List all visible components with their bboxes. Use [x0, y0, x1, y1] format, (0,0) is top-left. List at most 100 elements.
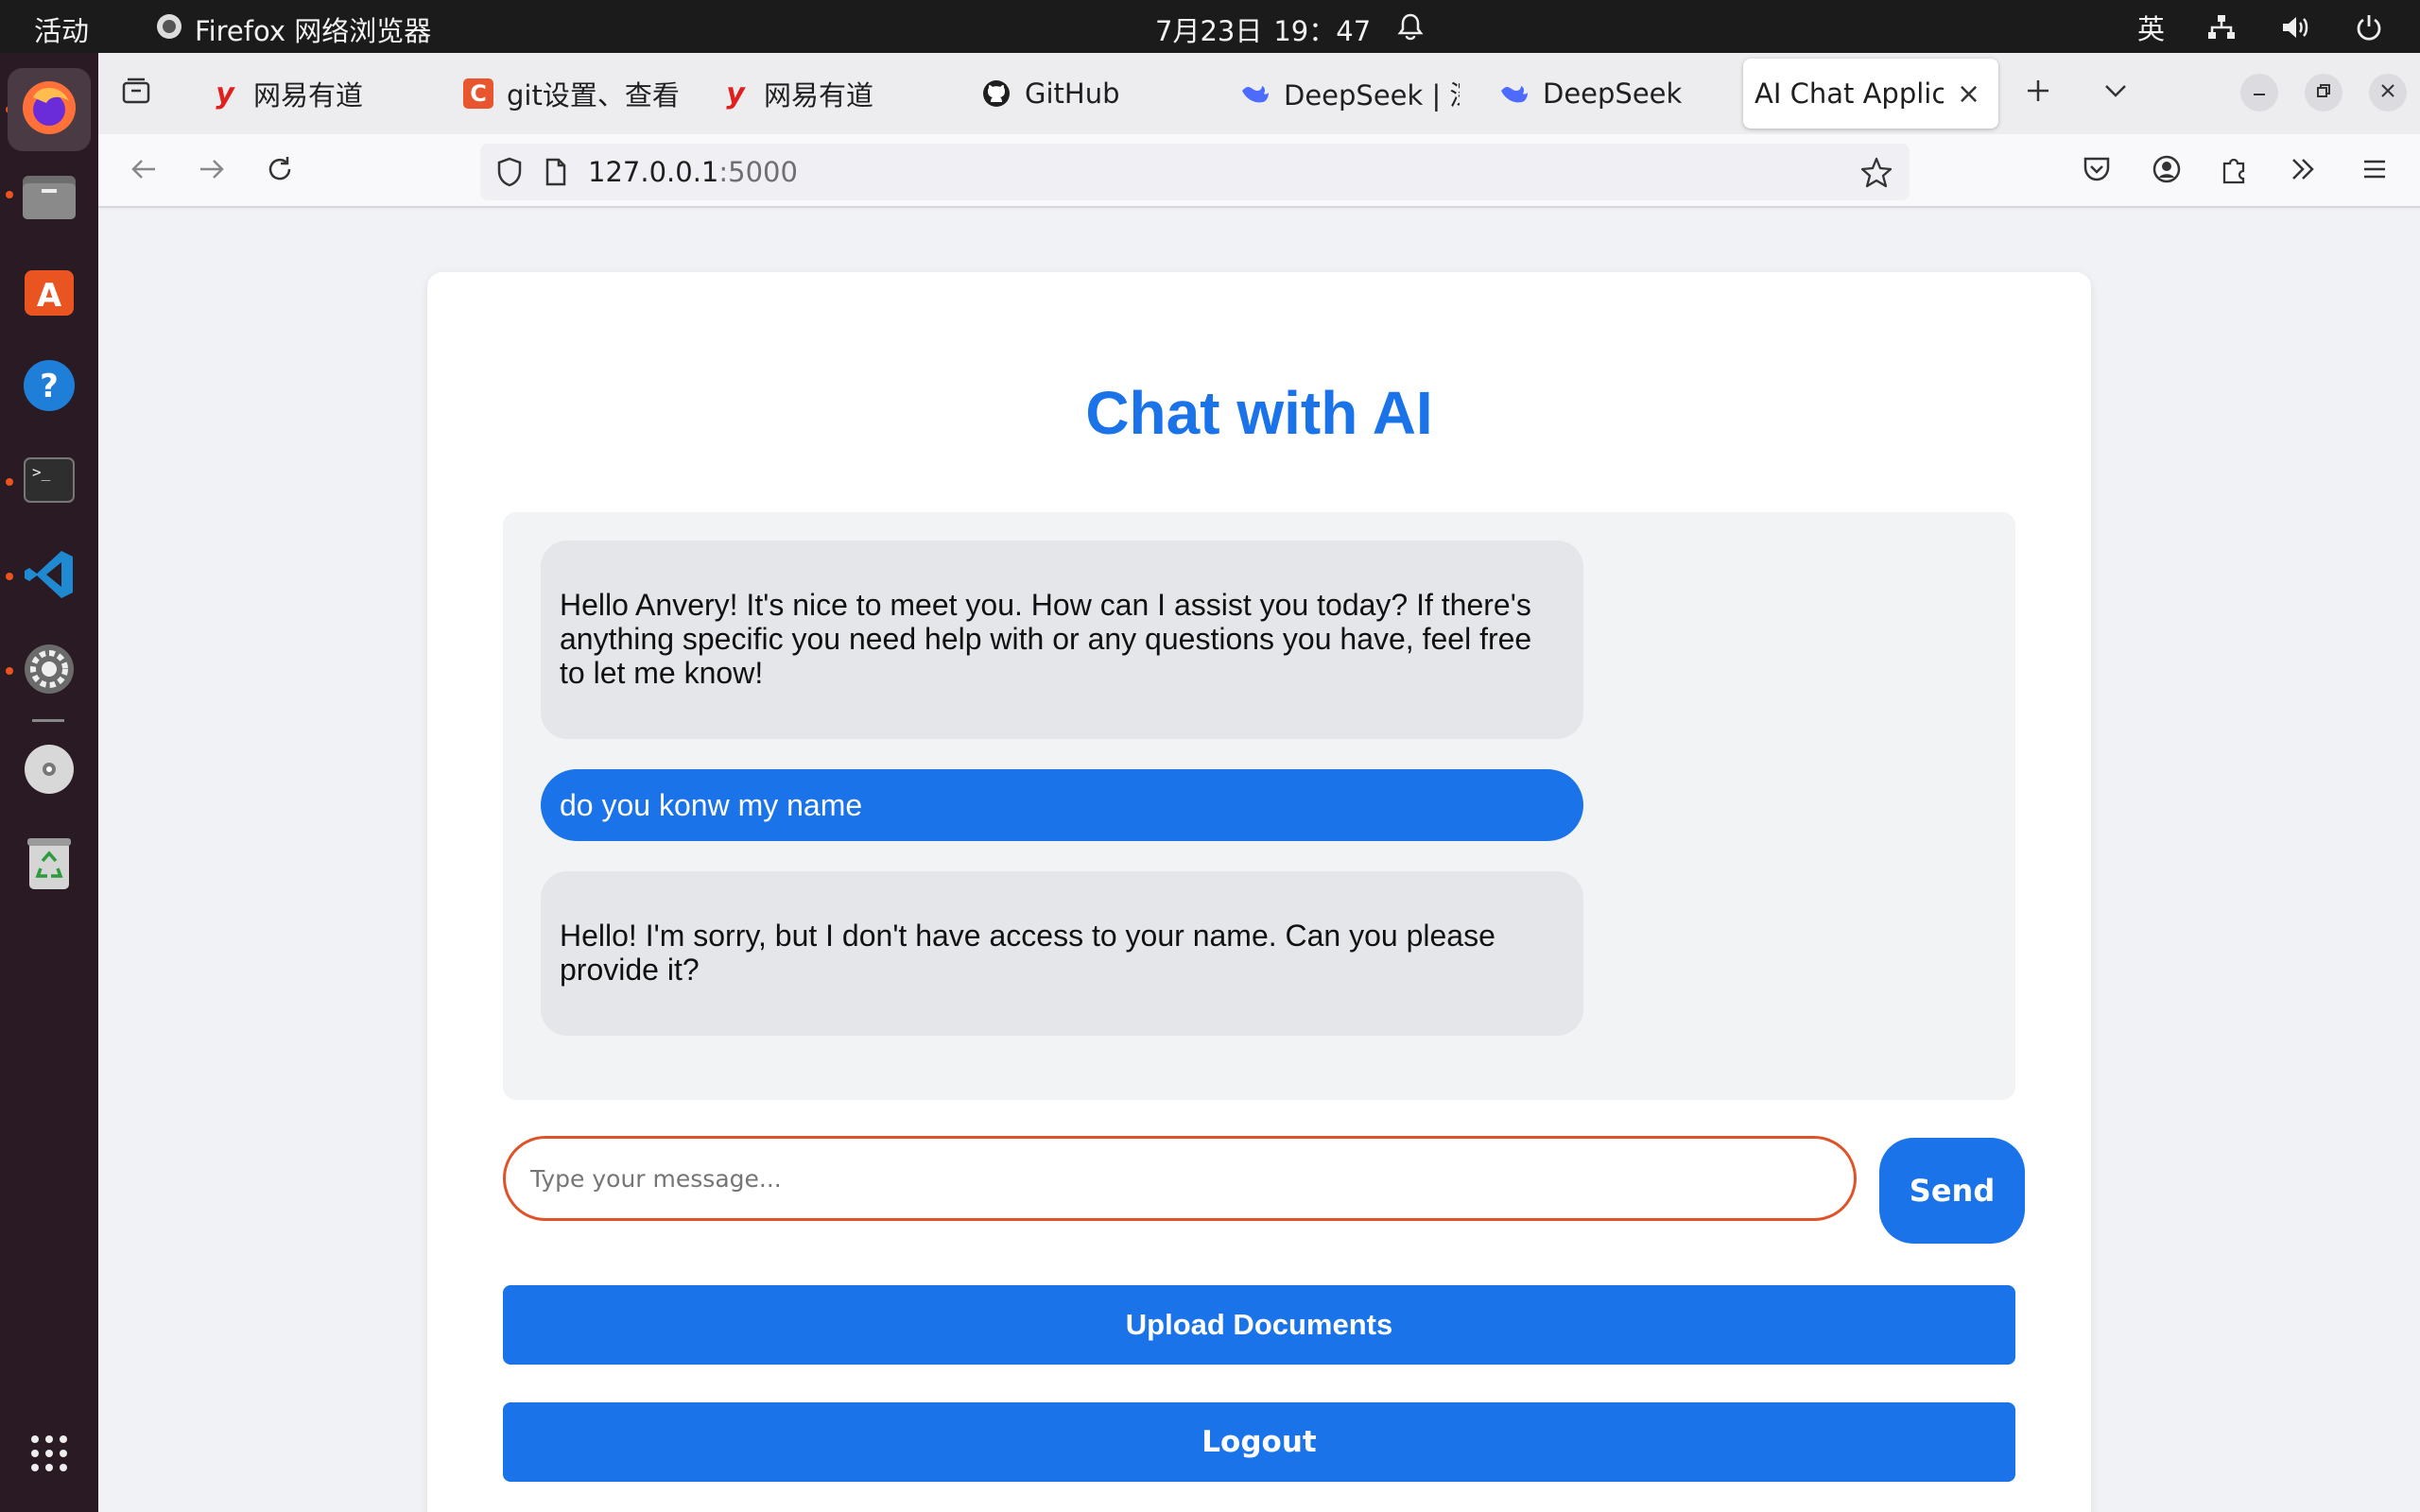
message-input[interactable]: [503, 1136, 1857, 1221]
svg-text:?: ?: [40, 368, 59, 405]
youdao-icon: y: [726, 77, 745, 111]
app-store-icon: A: [21, 263, 78, 323]
vscode-icon: [22, 547, 77, 606]
url-text: 127.0.0.1:5000: [588, 156, 798, 188]
svg-text:>_: >_: [32, 463, 51, 481]
browser-window: y 网易有道 C git设置、查看 y 网易有道 GitHub DeepSeek…: [98, 53, 2420, 1512]
clock-time: 19：47: [1273, 15, 1372, 47]
close-window-button[interactable]: [2369, 74, 2407, 112]
reload-icon: [265, 154, 295, 188]
tab-ai-chat[interactable]: AI Chat Applica ×: [1743, 59, 1998, 129]
ai-message: Hello! I'm sorry, but I don't have acces…: [541, 871, 1583, 1036]
activities-button[interactable]: 活动: [34, 9, 89, 49]
dock-help[interactable]: ?: [8, 346, 91, 429]
list-all-tabs-button[interactable]: [2095, 72, 2136, 113]
firefox-icon: [155, 12, 183, 47]
dock-app-center[interactable]: A: [8, 251, 91, 335]
ai-message: Hello Anvery! It's nice to meet you. How…: [541, 541, 1583, 739]
dock-optical-drive[interactable]: [8, 730, 91, 813]
deepseek-icon: [1240, 78, 1270, 109]
user-message: do you konw my name: [541, 769, 1583, 841]
page-title: Chat with AI: [1085, 379, 1433, 447]
minimize-button[interactable]: [2240, 74, 2278, 112]
system-tray[interactable]: 英: [2137, 8, 2386, 47]
pocket-icon: [2082, 155, 2112, 187]
message-text: Hello Anvery! It's nice to meet you. How…: [560, 588, 1532, 690]
system-top-bar: 活动 Firefox 网络浏览器 7月23日 19：47 英: [0, 0, 2420, 53]
restore-icon: [2315, 81, 2332, 105]
trash-icon: [26, 836, 73, 895]
double-chevron-right-icon: [2289, 156, 2317, 186]
tab-label: DeepSeek: [1543, 77, 1683, 110]
tab-github[interactable]: GitHub: [974, 59, 1219, 129]
pocket-button[interactable]: [2076, 150, 2118, 192]
notification-bell-icon: [1397, 12, 1424, 47]
message-composer: Send: [503, 1136, 2025, 1244]
upload-documents-button[interactable]: Upload Documents: [503, 1285, 2015, 1365]
youdao-icon: y: [216, 77, 234, 111]
clock-date: 7月23日: [1155, 15, 1263, 47]
hamburger-menu-icon: [2361, 157, 2388, 185]
input-method-indicator[interactable]: 英: [2137, 8, 2165, 47]
network-icon: [2204, 10, 2238, 44]
settings-gear-icon: [23, 643, 76, 699]
chat-messages[interactable]: Hello Anvery! It's nice to meet you. How…: [503, 512, 2015, 1100]
tab-deepseek-2[interactable]: DeepSeek: [1492, 59, 1719, 129]
tab-label: 网易有道: [253, 79, 364, 112]
dock-firefox[interactable]: [8, 68, 91, 151]
app-grid-icon: [30, 1435, 68, 1476]
firefox-view-button[interactable]: [115, 72, 157, 113]
dock-trash[interactable]: [8, 824, 91, 907]
power-icon: [2352, 10, 2386, 44]
folder-icon: [21, 170, 78, 227]
logout-button[interactable]: Logout: [503, 1402, 2015, 1482]
page-viewport: Chat with AI Hello Anvery! It's nice to …: [98, 210, 2420, 1512]
more-tools-button[interactable]: [2282, 150, 2324, 192]
back-button[interactable]: [123, 150, 164, 192]
firefox-view-icon: [121, 77, 151, 109]
clock[interactable]: 7月23日 19：47: [1155, 9, 1424, 49]
tab-label: DeepSeek | 深: [1284, 79, 1460, 112]
dock-vscode[interactable]: [8, 535, 91, 618]
arrow-right-icon: [197, 156, 227, 186]
plus-icon: [2025, 77, 2051, 108]
app-menu[interactable]: Firefox 网络浏览器: [155, 9, 431, 49]
tab-bar: y 网易有道 C git设置、查看 y 网易有道 GitHub DeepSeek…: [98, 53, 2420, 134]
forward-button[interactable]: [191, 150, 233, 192]
tab-deepseek-1[interactable]: DeepSeek | 深: [1233, 59, 1460, 129]
app-menu-button[interactable]: [2354, 150, 2395, 192]
send-button[interactable]: Send: [1879, 1138, 2025, 1244]
tab-youdao-2[interactable]: y 网易有道: [713, 59, 959, 129]
chevron-down-icon: [2102, 81, 2129, 104]
account-button[interactable]: [2146, 150, 2187, 192]
arrow-left-icon: [129, 156, 159, 186]
shield-icon[interactable]: [495, 157, 524, 187]
disc-icon: [23, 743, 76, 799]
extensions-button[interactable]: [2214, 150, 2256, 192]
dock: A ? >_: [0, 53, 98, 1512]
tab-label: GitHub: [1025, 77, 1120, 110]
tab-youdao-1[interactable]: y 网易有道: [202, 59, 448, 129]
new-tab-button[interactable]: [2017, 72, 2059, 113]
dock-settings[interactable]: [8, 629, 91, 713]
reload-button[interactable]: [259, 150, 301, 192]
tab-label: git设置、查看: [507, 79, 680, 112]
restore-button[interactable]: [2305, 74, 2342, 112]
tab-csdn[interactable]: C git设置、查看: [456, 59, 701, 129]
dock-terminal[interactable]: >_: [8, 440, 91, 524]
url-host: 127.0.0.1: [588, 156, 719, 188]
minimize-icon: [2251, 81, 2268, 105]
terminal-icon: >_: [23, 456, 76, 507]
page-info-icon[interactable]: [544, 158, 567, 186]
address-bar[interactable]: 127.0.0.1:5000: [480, 144, 1910, 200]
csdn-icon: C: [463, 78, 493, 109]
tab-label: AI Chat Applica: [1754, 77, 1944, 110]
firefox-icon: [20, 78, 78, 141]
github-icon: [981, 78, 1011, 109]
account-icon: [2152, 154, 2182, 188]
show-apps-button[interactable]: [8, 1414, 91, 1497]
bookmark-star-icon[interactable]: [1860, 156, 1893, 188]
close-icon: [2379, 81, 2396, 105]
dock-files[interactable]: [8, 157, 91, 240]
tab-close-icon[interactable]: ×: [1957, 77, 1980, 111]
